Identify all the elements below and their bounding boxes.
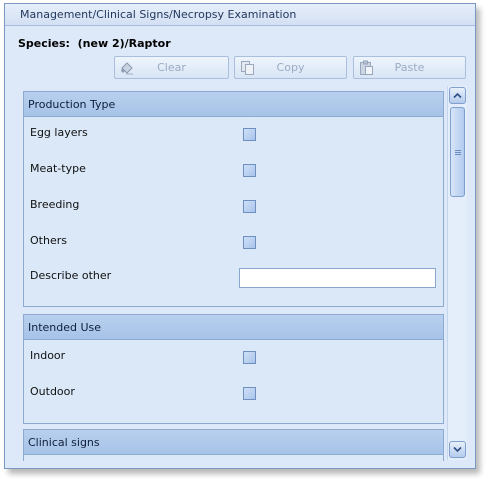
clinical-signs-header[interactable]: Clinical signs [24, 430, 443, 455]
eraser-icon [121, 62, 133, 75]
intended-use-header: Intended Use [24, 315, 443, 340]
breeding-checkbox[interactable] [243, 200, 256, 213]
species-value: (new 2)/Raptor [77, 37, 171, 50]
clear-label: Clear [157, 61, 186, 74]
paste-icon [360, 60, 373, 75]
species-label: Species: [18, 37, 70, 50]
scroll-down-button[interactable] [449, 441, 466, 458]
paste-label: Paste [394, 61, 425, 74]
scrollbar-thumb[interactable] [450, 107, 465, 197]
describe-other-input[interactable] [239, 268, 436, 288]
scroll-up-button[interactable] [449, 87, 466, 104]
describe-other-label: Describe other [30, 269, 112, 282]
breeding-label: Breeding [30, 198, 80, 211]
clear-button[interactable]: Clear [114, 56, 229, 79]
others-checkbox[interactable] [243, 236, 256, 249]
outdoor-checkbox[interactable] [243, 387, 256, 400]
chevron-down-icon [453, 446, 462, 453]
examination-window: Management/Clinical Signs/Necropsy Exami… [4, 3, 476, 469]
indoor-checkbox[interactable] [243, 351, 256, 364]
meat-type-label: Meat-type [30, 162, 86, 175]
intended-use-section: Intended Use Indoor Outdoor [23, 314, 444, 424]
outdoor-label: Outdoor [30, 385, 75, 398]
clinical-signs-section: Clinical signs [23, 429, 444, 461]
window-title: Management/Clinical Signs/Necropsy Exami… [20, 8, 297, 21]
species-line: Species: (new 2)/Raptor [18, 37, 171, 50]
indoor-label: Indoor [30, 349, 66, 362]
meat-type-checkbox[interactable] [243, 164, 256, 177]
vertical-scrollbar[interactable] [447, 86, 467, 460]
production-type-header: Production Type [24, 92, 443, 117]
paste-button[interactable]: Paste [353, 56, 466, 79]
copy-icon [241, 61, 254, 75]
thumb-grip [455, 150, 461, 155]
copy-label: Copy [276, 61, 305, 74]
egg-layers-checkbox[interactable] [243, 128, 256, 141]
window-titlebar: Management/Clinical Signs/Necropsy Exami… [5, 4, 475, 26]
form-scroll-area: Production Type Egg layers Meat-type Bre… [23, 90, 444, 461]
others-label: Others [30, 234, 67, 247]
copy-button[interactable]: Copy [234, 56, 347, 79]
production-type-section: Production Type Egg layers Meat-type Bre… [23, 91, 444, 307]
chevron-up-icon [453, 92, 462, 99]
egg-layers-label: Egg layers [30, 126, 88, 139]
